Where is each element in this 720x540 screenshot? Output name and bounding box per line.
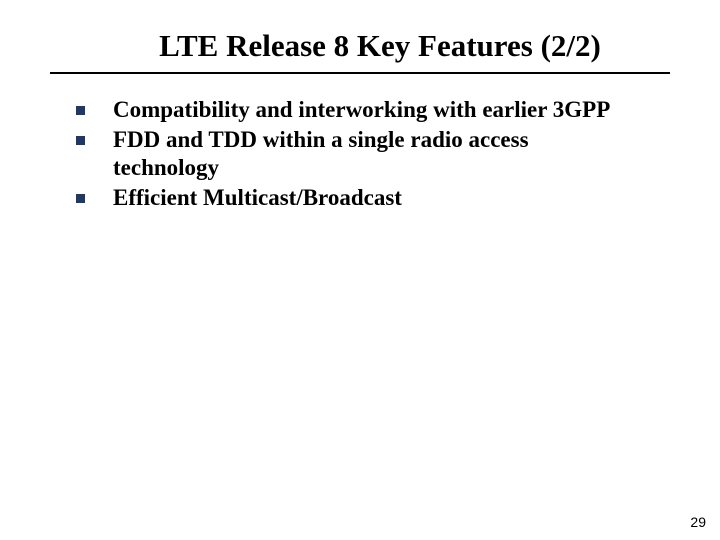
bullet-text: Compatibility and interworking with earl… xyxy=(113,96,610,124)
slide: LTE Release 8 Key Features (2/2) Compati… xyxy=(0,0,720,540)
bullet-text: FDD and TDD within a single radio access… xyxy=(113,126,633,182)
list-item: Efficient Multicast/Broadcast xyxy=(70,184,670,212)
list-item: Compatibility and interworking with earl… xyxy=(70,96,670,124)
square-bullet-icon xyxy=(76,106,85,115)
square-bullet-icon xyxy=(76,136,85,145)
title-underline xyxy=(50,72,670,74)
bullet-text: Efficient Multicast/Broadcast xyxy=(113,184,402,212)
list-item: FDD and TDD within a single radio access… xyxy=(70,126,670,182)
slide-title: LTE Release 8 Key Features (2/2) xyxy=(50,28,670,72)
bullet-list: Compatibility and interworking with earl… xyxy=(50,96,670,212)
square-bullet-icon xyxy=(76,194,85,203)
page-number: 29 xyxy=(690,514,706,530)
